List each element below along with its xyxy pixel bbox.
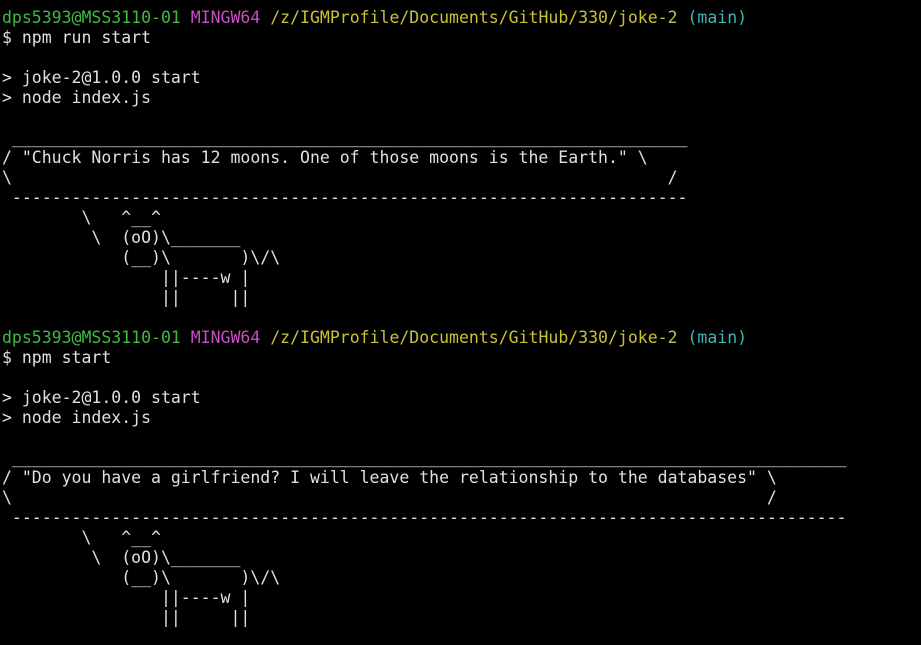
bubble-edge: \ / <box>2 168 678 187</box>
bubble-top: ________________________________________… <box>2 448 847 467</box>
bubble-bottom: ----------------------------------------… <box>2 188 688 207</box>
prompt-path: /z/IGMProfile/Documents/GitHub/330/joke-… <box>270 8 678 27</box>
output-line: > node index.js <box>2 88 152 107</box>
prompt-path: /z/IGMProfile/Documents/GitHub/330/joke-… <box>270 328 678 347</box>
cow-line: || || <box>2 608 251 627</box>
ascii-cow: \ ^__^ \ (oO)\_______ (__)\ )\/\ ||----w… <box>2 208 747 308</box>
prompt-env: MINGW64 <box>190 8 261 27</box>
prompt-user-host: dps5393@MSS3110-01 <box>2 8 181 27</box>
command-line: $ npm run start <box>2 28 152 47</box>
speech-bubble: ________________________________________… <box>2 128 747 208</box>
cow-line: (__)\ )\/\ <box>2 248 281 267</box>
cow-line: \ ^__^ <box>2 528 161 547</box>
prompt-line: dps5393@MSS3110-01 MINGW64 /z/IGMProfile… <box>2 8 747 28</box>
terminal-window[interactable]: dps5393@MSS3110-01 MINGW64 /z/IGMProfile… <box>0 0 921 645</box>
prompt-branch: (main) <box>687 8 748 27</box>
output-line: > joke-2@1.0.0 start <box>2 388 201 407</box>
bubble-edge: \ / <box>2 488 777 507</box>
terminal-session-1: dps5393@MSS3110-01 MINGW64 /z/IGMProfile… <box>2 8 747 308</box>
prompt-branch: (main) <box>687 328 748 347</box>
speech-bubble: ________________________________________… <box>2 448 846 528</box>
ascii-cow: \ ^__^ \ (oO)\_______ (__)\ )\/\ ||----w… <box>2 528 846 628</box>
bubble-bottom: ----------------------------------------… <box>2 508 847 527</box>
prompt-line: dps5393@MSS3110-01 MINGW64 /z/IGMProfile… <box>2 328 846 348</box>
prompt-env: MINGW64 <box>190 328 261 347</box>
terminal-session-2: dps5393@MSS3110-01 MINGW64 /z/IGMProfile… <box>2 328 846 628</box>
bubble-text: / "Chuck Norris has 12 moons. One of tho… <box>2 148 648 167</box>
cow-line: \ (oO)\_______ <box>2 228 241 247</box>
prompt-user-host: dps5393@MSS3110-01 <box>2 328 181 347</box>
cow-line: (__)\ )\/\ <box>2 568 281 587</box>
bubble-top: ________________________________________… <box>2 128 688 147</box>
cow-line: \ ^__^ <box>2 208 161 227</box>
output-line: > joke-2@1.0.0 start <box>2 68 201 87</box>
command-line: $ npm start <box>2 348 112 367</box>
cow-line: \ (oO)\_______ <box>2 548 241 567</box>
cow-line: ||----w | <box>2 588 251 607</box>
bubble-text: / "Do you have a girlfriend? I will leav… <box>2 468 777 487</box>
cow-line: ||----w | <box>2 268 251 287</box>
cow-line: || || <box>2 288 251 307</box>
output-line: > node index.js <box>2 408 152 427</box>
